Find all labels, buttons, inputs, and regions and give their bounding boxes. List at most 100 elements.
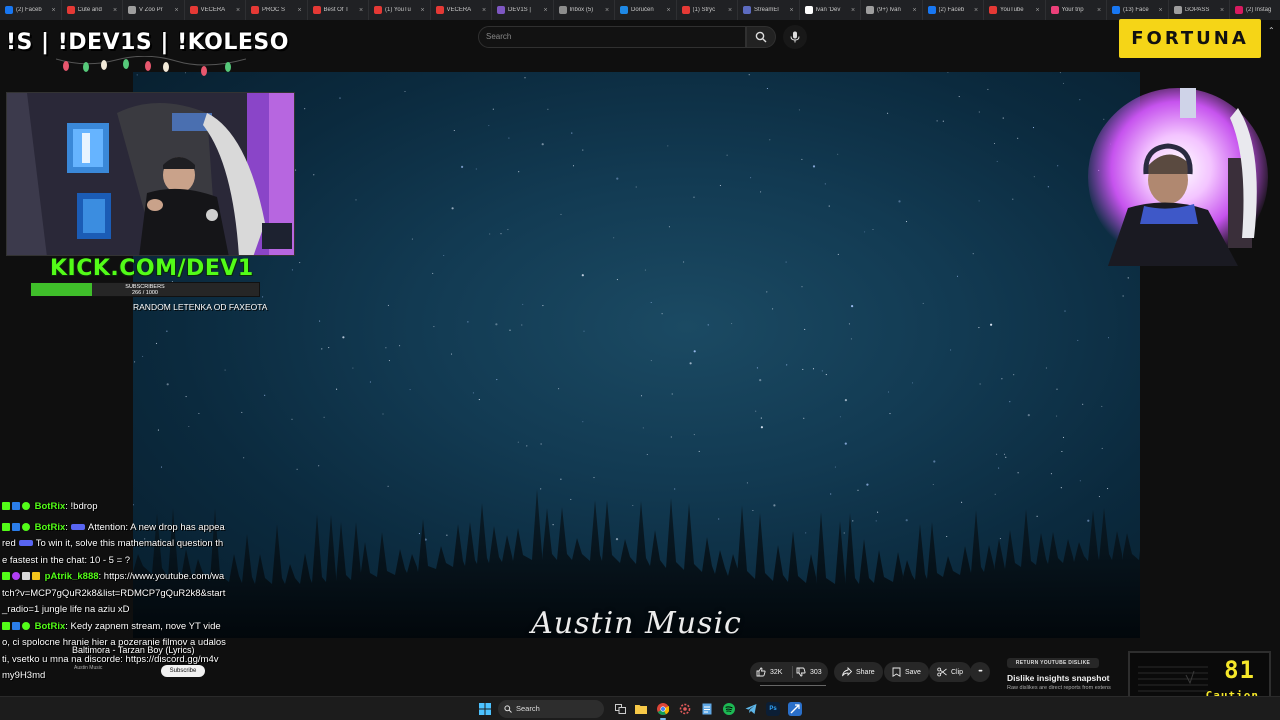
tab-close-icon[interactable]: × xyxy=(1097,7,1103,14)
tab-close-icon[interactable]: × xyxy=(851,7,857,14)
chrome-icon[interactable] xyxy=(656,702,670,716)
spotify-icon[interactable] xyxy=(722,702,736,716)
tab-close-icon[interactable]: × xyxy=(974,7,980,14)
tab-close-icon[interactable]: × xyxy=(298,7,304,14)
browser-tab[interactable]: V Zoo Pr × xyxy=(123,0,185,20)
settings-gear-icon[interactable] xyxy=(678,702,692,716)
browser-tab[interactable]: (1) YouTu × xyxy=(369,0,431,20)
browser-tab[interactable]: Best Of T × xyxy=(308,0,369,20)
tab-close-icon[interactable]: × xyxy=(605,7,611,14)
tab-favicon-icon xyxy=(804,6,813,14)
thumbs-up-icon xyxy=(756,667,766,677)
like-button[interactable]: 32K xyxy=(756,662,782,682)
ryd-title: Dislike insights snapshot xyxy=(1007,673,1110,683)
verified-badge-icon xyxy=(22,522,30,531)
browser-tab[interactable]: Cute and × xyxy=(62,0,123,20)
tab-label: (2) Faceb xyxy=(16,7,42,13)
stream-commands-title: !S | !DEV1S | !KOLESO xyxy=(6,30,289,55)
tab-label: VEČERA xyxy=(446,7,472,13)
browser-tab[interactable]: Ivan 'Dev × xyxy=(800,0,861,20)
tab-close-icon[interactable]: × xyxy=(667,7,673,14)
tab-close-icon[interactable]: × xyxy=(1220,7,1226,14)
tab-close-icon[interactable]: × xyxy=(175,7,181,14)
tab-close-icon[interactable]: × xyxy=(482,7,488,14)
tab-label: GOPASS xyxy=(1184,7,1210,13)
file-explorer-icon[interactable] xyxy=(634,702,648,716)
save-button[interactable]: Save xyxy=(884,662,929,682)
search-button[interactable] xyxy=(746,26,776,48)
dislike-insights-panel[interactable]: RETURN YOUTUBE DISLIKE Dislike insights … xyxy=(1003,655,1128,695)
tab-label: V Zoo Pr xyxy=(139,7,163,13)
browser-tab[interactable]: (2) Faceb × xyxy=(923,0,984,20)
browser-tab[interactable]: (2) Faceb × xyxy=(0,0,62,20)
emote-icon xyxy=(70,523,85,530)
emote-icon xyxy=(18,540,33,546)
telegram-icon[interactable] xyxy=(744,702,758,716)
browser-tab[interactable]: StreamEl × xyxy=(738,0,800,20)
clip-button[interactable]: Clip xyxy=(929,662,972,682)
tab-close-icon[interactable]: × xyxy=(790,7,796,14)
browser-tab[interactable]: (1) Strýc × xyxy=(677,0,738,20)
chat-username[interactable]: pAtrik_k888 xyxy=(45,571,99,582)
browser-tab[interactable]: VEČERA × xyxy=(185,0,246,20)
ryd-badge: RETURN YOUTUBE DISLIKE xyxy=(1007,658,1099,668)
bot-badge-icon xyxy=(12,621,20,630)
search-input[interactable]: Search xyxy=(478,26,746,48)
browser-tab[interactable]: Your trip × xyxy=(1046,0,1107,20)
browser-tab[interactable]: PROČ Š × xyxy=(246,0,308,20)
chat-username[interactable]: BotRix xyxy=(35,522,66,533)
browser-tab[interactable]: (13) Face × xyxy=(1107,0,1169,20)
tab-close-icon[interactable]: × xyxy=(728,7,734,14)
dislike-button[interactable]: 303 xyxy=(796,662,822,682)
kick-badge-icon xyxy=(2,522,10,531)
more-icon: ••• xyxy=(978,669,982,675)
browser-tab[interactable]: (9+) Ivan × xyxy=(861,0,923,20)
christmas-lights-decoration xyxy=(56,56,246,76)
chat-message: pAtrik_k888: https://www.youtube.com/wat… xyxy=(2,569,226,619)
chat-username[interactable]: BotRix xyxy=(35,621,66,632)
streamer-webcam xyxy=(6,92,295,256)
browser-tab[interactable]: DEV1S | × xyxy=(492,0,554,20)
browser-tab[interactable]: Inbox (5) × xyxy=(554,0,615,20)
gift-badge-icon xyxy=(32,572,40,580)
browser-tab[interactable]: VEČERA × xyxy=(431,0,492,20)
tab-close-icon[interactable]: × xyxy=(359,7,365,14)
tab-favicon-icon xyxy=(497,6,505,14)
browser-tab[interactable]: YouTube × xyxy=(984,0,1046,20)
tab-close-icon[interactable]: × xyxy=(52,7,58,14)
taskbar-search[interactable]: Search xyxy=(498,700,604,718)
chat-text: To win it, solve this mathematical quest… xyxy=(2,538,224,566)
chat-username[interactable]: BotRix xyxy=(35,501,66,512)
share-button[interactable]: Share xyxy=(834,662,883,682)
voice-search-button[interactable] xyxy=(783,25,807,49)
tab-close-icon[interactable]: × xyxy=(1159,7,1165,14)
tab-favicon-icon xyxy=(989,6,997,14)
photoshop-icon[interactable]: Ps xyxy=(766,702,780,716)
tab-label: Inbox (5) xyxy=(569,7,594,13)
tab-label: Doručen xyxy=(631,7,654,13)
notepad-icon[interactable] xyxy=(700,702,714,716)
app-icon[interactable] xyxy=(788,702,802,716)
browser-tab[interactable]: Doručen × xyxy=(615,0,677,20)
tab-favicon-icon xyxy=(128,6,136,14)
task-view-icon[interactable] xyxy=(613,702,627,716)
subscriber-goal-count: 266 / 1000 xyxy=(132,290,158,296)
now-playing-subscribe-button[interactable]: Subscribe xyxy=(161,665,205,677)
chevron-up-icon[interactable]: ⌃ xyxy=(1268,26,1275,35)
more-actions-button[interactable]: ••• xyxy=(970,662,990,682)
tab-favicon-icon xyxy=(620,6,628,14)
browser-tab[interactable]: GOPASS × xyxy=(1169,0,1230,20)
tab-close-icon[interactable]: × xyxy=(913,7,919,14)
verified-badge-icon xyxy=(22,502,30,510)
windows-start-icon[interactable] xyxy=(478,702,492,716)
tab-close-icon[interactable]: × xyxy=(113,7,119,14)
tab-favicon-icon xyxy=(1112,6,1120,14)
browser-tab[interactable]: (2) Instag× xyxy=(1230,0,1280,20)
tab-label: (1) Strýc xyxy=(692,7,716,13)
taskbar-search-label: Search xyxy=(516,704,540,713)
tab-close-icon[interactable]: × xyxy=(544,7,550,14)
tab-close-icon[interactable]: × xyxy=(421,7,427,14)
stream-chat: BotRix: !bdrop BotRix: Attention: A new d… xyxy=(2,499,226,685)
tab-close-icon[interactable]: × xyxy=(1036,7,1042,14)
tab-close-icon[interactable]: × xyxy=(236,7,242,14)
